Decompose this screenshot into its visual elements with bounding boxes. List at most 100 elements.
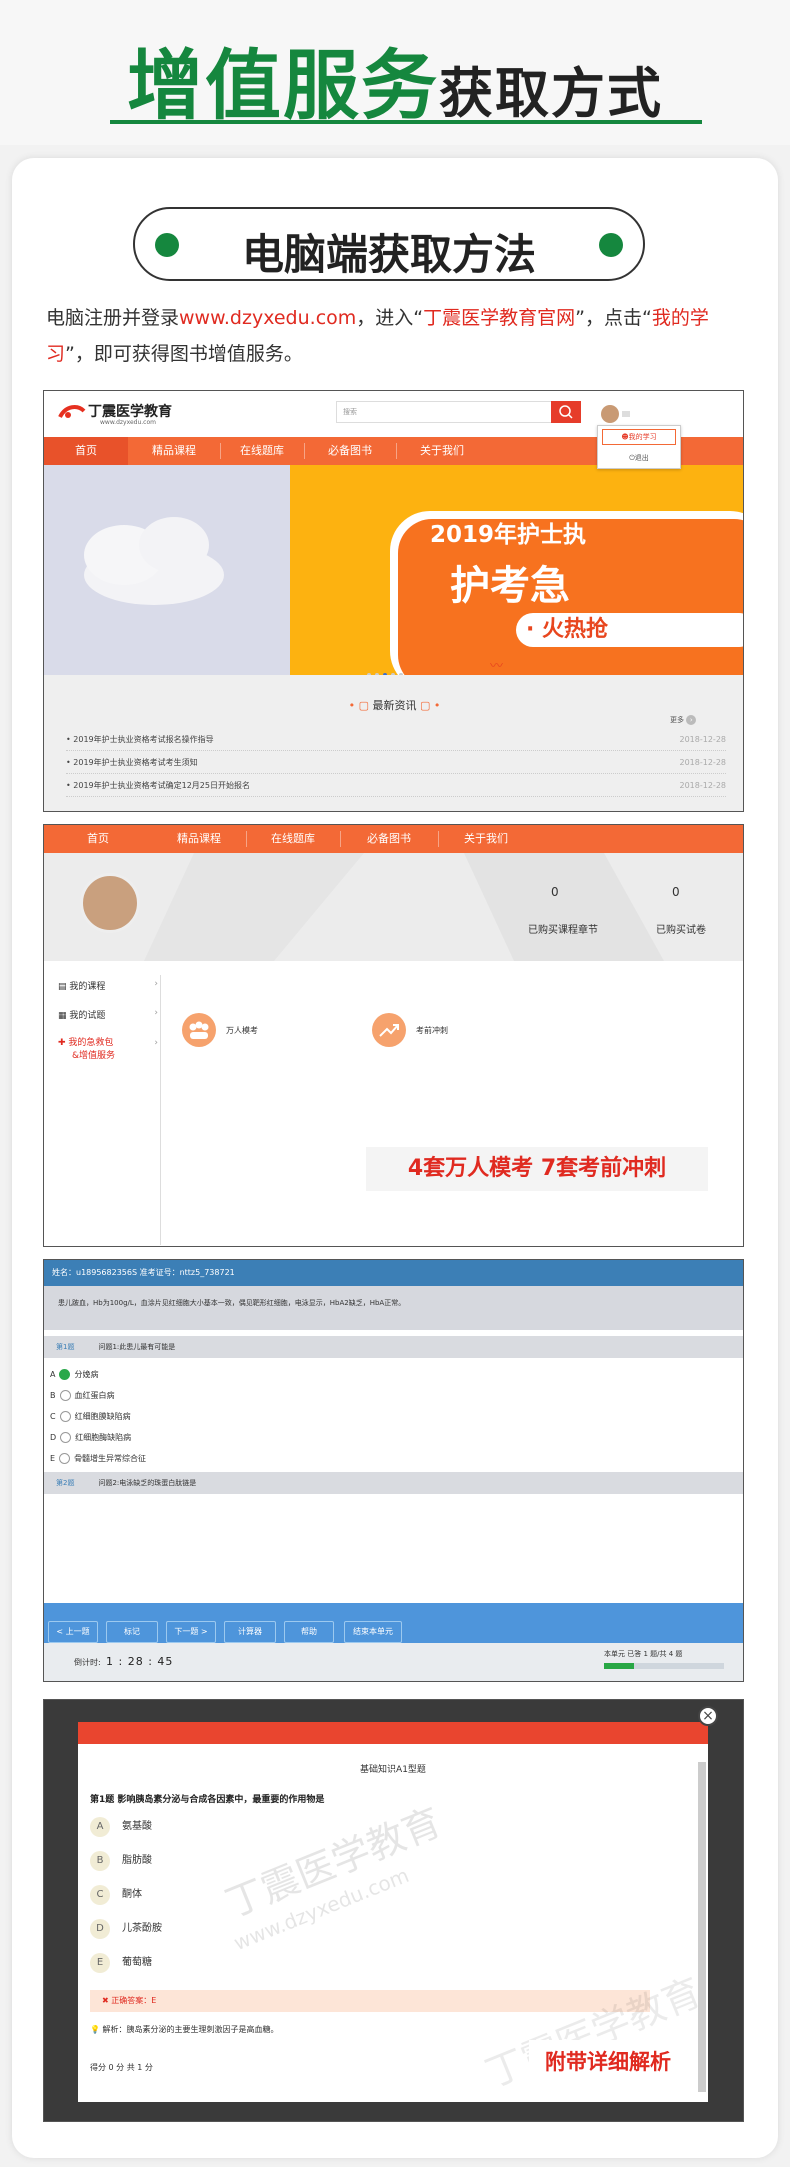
option-letter: E: [90, 1953, 110, 1973]
news-item-title: 2019年护士执业资格考试考生须知: [73, 758, 198, 767]
news-more-link[interactable]: 更多 ›: [670, 715, 697, 725]
banner-line2: 护考急: [450, 563, 570, 609]
carousel-dots[interactable]: [366, 663, 406, 675]
option-a[interactable]: A 氨基酸: [90, 1816, 152, 1838]
help-button[interactable]: 帮助: [284, 1621, 334, 1643]
option-d[interactable]: D 红细胞酶缺陷病: [50, 1429, 131, 1447]
scrollbar[interactable]: [698, 1762, 706, 2092]
news-item-title: 2019年护士执业资格考试报名操作指导: [73, 735, 214, 744]
list-item[interactable]: • 2019年护士执业资格考试考生须知 2018-12-28: [66, 752, 726, 774]
option-c[interactable]: C 红细胞膜缺陷病: [50, 1408, 131, 1426]
intro-part: ，进入“: [356, 307, 424, 329]
option-d[interactable]: D 儿茶酚胺: [90, 1918, 162, 1940]
trend-icon[interactable]: [372, 1013, 406, 1047]
sidebar-item-my-courses[interactable]: ▤ 我的课程 ›: [58, 979, 158, 993]
option-text: 酮体: [122, 1889, 142, 1900]
nav-question-bank[interactable]: 在线题库: [220, 437, 304, 465]
calculator-button[interactable]: 计算器: [224, 1621, 276, 1643]
tile-final-sprint[interactable]: 考前冲刺: [416, 1025, 448, 1036]
nav-books[interactable]: 必备图书: [340, 825, 438, 853]
option-text: 血红蛋白病: [74, 1391, 115, 1400]
banner[interactable]: 2019年护士执 护考急 · 火热抢 〰: [44, 465, 743, 675]
caption-explanation: 附带详细解析: [529, 2040, 687, 2084]
option-letter: C: [90, 1885, 110, 1905]
dropdown-my-study[interactable]: ☻我的学习: [602, 429, 676, 445]
list-item[interactable]: • 2019年护士执业资格考试报名操作指导 2018-12-28: [66, 729, 726, 751]
screenshot-my-study: 首页 精品课程 在线题库 必备图书 关于我们 0 已购买课程章节 0 已购买试卷…: [43, 824, 744, 1247]
section-pill: 电脑端获取方法: [133, 207, 645, 281]
question-text: 问题1:此患儿最有可能是: [98, 1343, 176, 1351]
avatar[interactable]: [80, 873, 140, 933]
nav-home[interactable]: 首页: [44, 437, 128, 465]
question-line: 第1题 影响胰岛素分泌与合成各因素中，最重要的作用物是: [90, 1792, 324, 1805]
sidebar-item-label: &增值服务: [72, 1051, 116, 1061]
main-nav: 首页 精品课程 在线题库 必备图书 关于我们: [44, 825, 743, 853]
option-text: 分娩病: [74, 1370, 99, 1379]
option-letter: E: [50, 1454, 56, 1463]
option-e[interactable]: E 骨髓增生异常综合征: [50, 1450, 146, 1468]
option-e[interactable]: E 葡萄糖: [90, 1952, 152, 1974]
explanation-label: 解析：: [102, 2025, 127, 2034]
option-letter: D: [90, 1919, 110, 1939]
radio-icon[interactable]: [59, 1411, 71, 1422]
radio-selected-icon[interactable]: [59, 1369, 71, 1380]
chevron-right-icon: ›: [686, 715, 697, 725]
close-icon[interactable]: ×: [698, 1706, 718, 1726]
next-button[interactable]: 下一题 >: [166, 1621, 216, 1643]
question-number: 第2题: [56, 1479, 75, 1487]
score-text: 得分 0 分 共 1 分: [90, 2063, 153, 2072]
radio-icon[interactable]: [59, 1453, 71, 1464]
intro-part: 电脑注册并登录: [46, 307, 180, 329]
intro-url-link[interactable]: www.dzyxedu.com: [179, 307, 356, 329]
option-a[interactable]: A 分娩病: [50, 1366, 98, 1384]
sidebar-item-my-questions[interactable]: ▦ 我的试题 ›: [58, 1008, 158, 1022]
dropdown-item-label: 我的学习: [628, 433, 657, 441]
username-blur: [622, 411, 630, 417]
option-text: 葡萄糖: [122, 1957, 152, 1968]
end-unit-button[interactable]: 结束本单元: [344, 1621, 402, 1643]
tile-mock-exam[interactable]: 万人模考: [226, 1025, 258, 1036]
answer-value: E: [151, 1996, 157, 2005]
search-button[interactable]: [551, 401, 581, 423]
option-letter: B: [90, 1851, 110, 1871]
option-text: 红细胞膜缺陷病: [74, 1412, 131, 1421]
mark-button[interactable]: 标记: [106, 1621, 158, 1643]
option-text: 氨基酸: [122, 1821, 152, 1832]
news-title-deco-icon: ▢ •: [416, 699, 441, 712]
progress-bar: [604, 1663, 724, 1669]
mock-exam-icon[interactable]: [182, 1013, 216, 1047]
nav-question-bank[interactable]: 在线题库: [246, 825, 340, 853]
option-c[interactable]: C 酮体: [90, 1884, 142, 1906]
question-header-1: 第1题 问题1:此患儿最有可能是: [44, 1336, 743, 1358]
banner-sky: [44, 465, 290, 675]
screenshot-homepage: 丁震医学教育 www.dzyxedu.com 搜索 ☻我的学习 ⏻退出 首页 精…: [43, 390, 744, 812]
sidebar-item-first-aid[interactable]: ✚ 我的急救包 &增值服务 ›: [58, 1037, 158, 1067]
dropdown-logout[interactable]: ⏻退出: [602, 450, 676, 466]
nav-about[interactable]: 关于我们: [438, 825, 534, 853]
question-number: 第1题: [56, 1343, 75, 1351]
nav-courses[interactable]: 精品课程: [128, 437, 220, 465]
list-item[interactable]: • 2019年护士执业资格考试确定12月25日开始报名 2018-12-28: [66, 775, 726, 797]
nav-courses[interactable]: 精品课程: [152, 825, 246, 853]
intro-text: 电脑注册并登录www.dzyxedu.com，进入“丁震医学教育官网”，点击“我…: [46, 300, 746, 372]
radio-icon[interactable]: [59, 1390, 71, 1401]
avatar[interactable]: [601, 405, 619, 423]
more-label: 更多: [670, 716, 684, 724]
prev-button[interactable]: < 上一题: [48, 1621, 98, 1643]
search-icon: [559, 405, 573, 419]
option-b[interactable]: B 脂肪酸: [90, 1850, 152, 1872]
option-b[interactable]: B 血红蛋白病: [50, 1387, 115, 1405]
nav-about[interactable]: 关于我们: [396, 437, 488, 465]
answer-bar: ✖ 正确答案：E: [90, 1990, 650, 2012]
question-number: 第1题: [90, 1795, 115, 1805]
screenshot-exam: 姓名：u1895682356S 准考证号：nttz5_738721 患儿跛血，H…: [43, 1259, 744, 1682]
option-text: 骨髓增生异常综合征: [74, 1454, 147, 1463]
nav-home[interactable]: 首页: [44, 825, 152, 853]
stat-courses-label: 已购买课程章节: [528, 925, 598, 936]
sidebar-item-label: 我的课程: [69, 982, 106, 992]
nav-books[interactable]: 必备图书: [304, 437, 396, 465]
radio-icon[interactable]: [60, 1432, 72, 1443]
option-letter: A: [90, 1817, 110, 1837]
chevron-right-icon: ›: [154, 979, 158, 989]
search-input[interactable]: 搜索: [336, 401, 580, 423]
